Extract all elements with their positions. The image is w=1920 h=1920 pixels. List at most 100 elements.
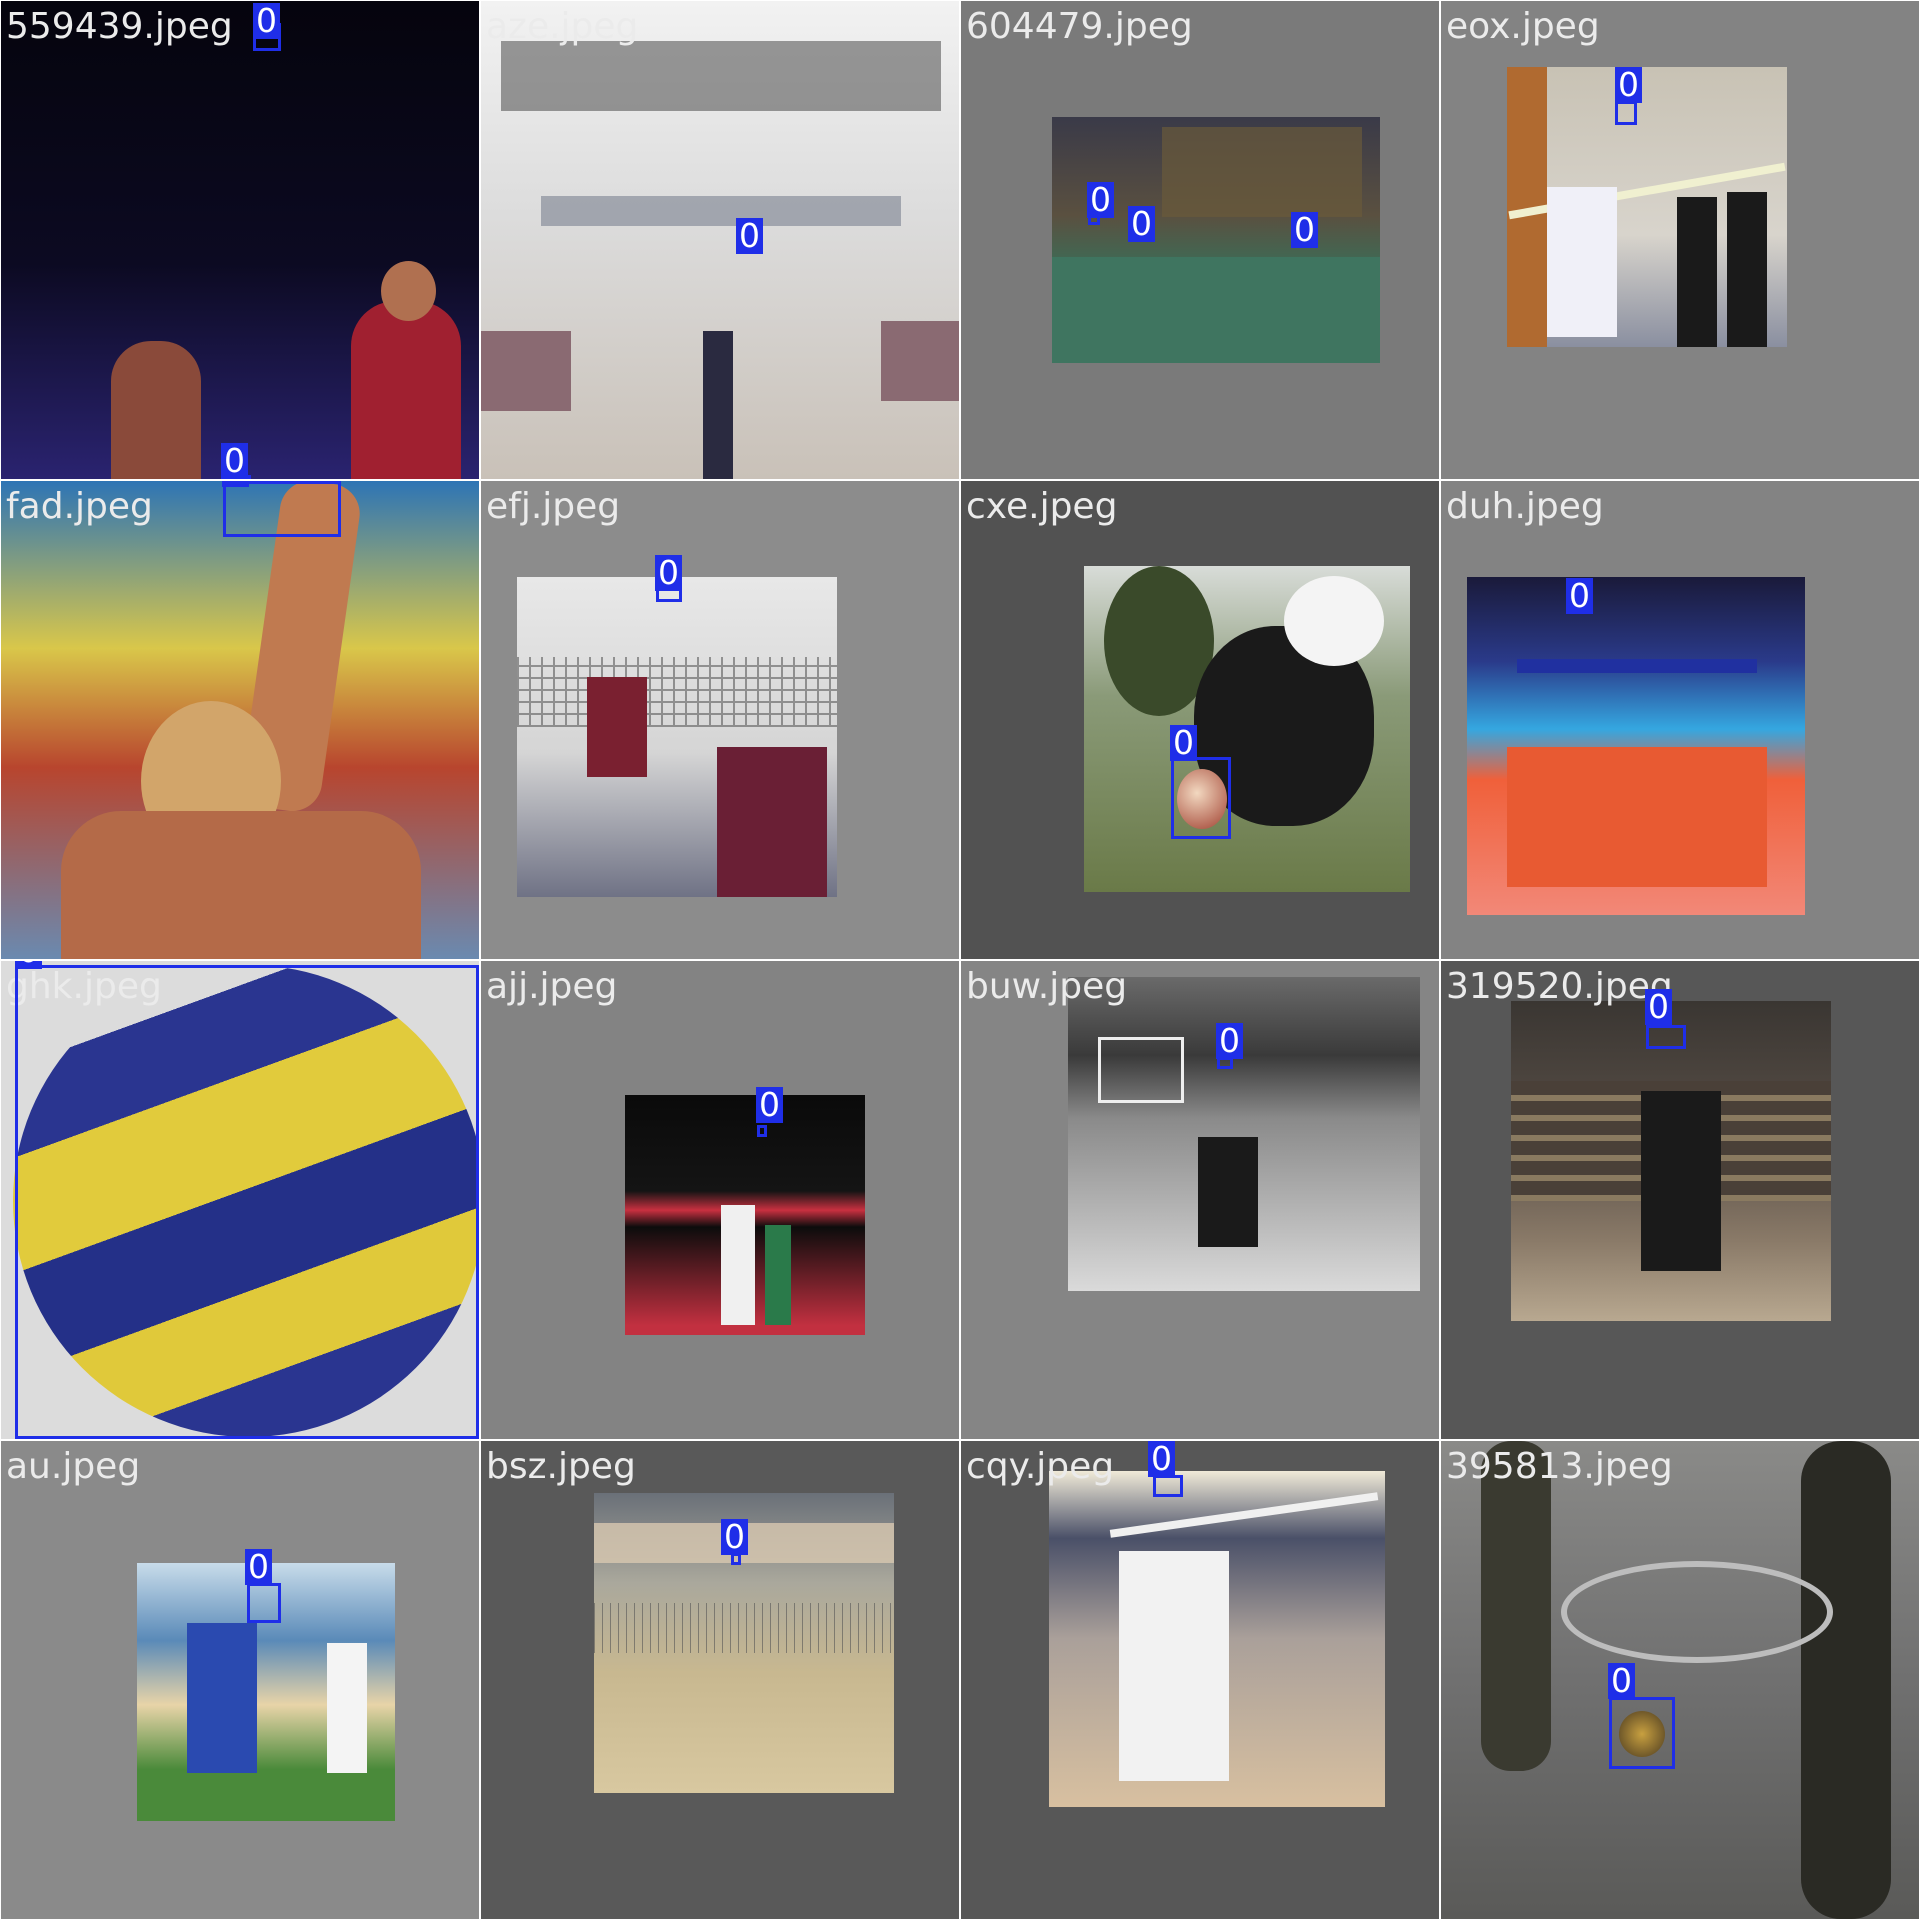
court-surface xyxy=(1052,257,1380,363)
detection-box[interactable] xyxy=(1646,1025,1686,1049)
tile-ghk[interactable]: ghk.jpeg 0 xyxy=(1,961,479,1439)
net xyxy=(1109,1492,1379,1538)
player-2 xyxy=(717,747,827,897)
photo-604479 xyxy=(1052,117,1380,363)
class-label: 0 xyxy=(1148,1441,1175,1477)
window-band xyxy=(501,41,941,111)
tile-cqy[interactable]: cqy.jpeg 0 xyxy=(961,1441,1439,1919)
tile-aze[interactable]: aze.jpeg 0 xyxy=(481,1,959,479)
net-post xyxy=(703,331,733,479)
class-label: 0 xyxy=(1216,1023,1243,1059)
tile-fad[interactable]: fad.jpeg 0 xyxy=(1,481,479,959)
hitter xyxy=(1547,187,1617,337)
class-label: 0 xyxy=(222,481,249,487)
player-1 xyxy=(587,677,647,777)
detection-box[interactable] xyxy=(1153,1475,1183,1497)
net xyxy=(517,657,837,727)
file-name: eox.jpeg xyxy=(1446,6,1600,47)
class-label: 0 xyxy=(1291,212,1318,248)
detection-box[interactable] xyxy=(15,965,479,1439)
leg-left xyxy=(1481,1441,1551,1771)
photo-559439 xyxy=(1,1,479,479)
player-right xyxy=(351,301,461,479)
tile-559439[interactable]: 559439.jpeg 0 0 xyxy=(1,1,479,479)
tile-bsz[interactable]: bsz.jpeg 0 xyxy=(481,1441,959,1919)
detection-mosaic: 559439.jpeg 0 0 aze.jpeg 0 604479.jpeg 0… xyxy=(0,0,1920,1920)
photo-ajj xyxy=(625,1095,865,1335)
detection-box[interactable] xyxy=(247,1583,281,1623)
file-name: cxe.jpeg xyxy=(966,486,1118,527)
photo-395813 xyxy=(1441,1441,1919,1919)
file-name: 395813.jpeg xyxy=(1446,1446,1673,1487)
file-name: duh.jpeg xyxy=(1446,486,1604,527)
file-name: aze.jpeg xyxy=(486,6,639,47)
photo-cqy xyxy=(1049,1471,1385,1807)
tile-ajj[interactable]: ajj.jpeg 0 xyxy=(481,961,959,1439)
file-name: au.jpeg xyxy=(6,1446,141,1487)
sideline-banners xyxy=(541,196,901,226)
detection-box[interactable] xyxy=(1171,757,1231,839)
detection-box[interactable] xyxy=(223,481,341,537)
tile-duh[interactable]: duh.jpeg 0 xyxy=(1441,481,1919,959)
photo-cxe xyxy=(1084,566,1410,892)
tile-buw[interactable]: buw.jpeg 0 xyxy=(961,961,1439,1439)
photo-319520 xyxy=(1511,1001,1831,1321)
class-label: 0 xyxy=(736,218,763,254)
class-label: 0 xyxy=(721,1519,748,1555)
class-label: 0 xyxy=(245,1549,272,1585)
photo-buw xyxy=(1068,977,1420,1291)
photo-fad xyxy=(1,481,479,959)
photo-efj xyxy=(517,577,837,897)
blocker-1 xyxy=(1677,197,1717,347)
court-key-right xyxy=(881,321,959,401)
net-banner xyxy=(1517,659,1757,673)
detection-box[interactable] xyxy=(1609,1697,1675,1769)
torso xyxy=(61,811,421,959)
man-white xyxy=(327,1643,367,1773)
tile-efj[interactable]: efj.jpeg 0 xyxy=(481,481,959,959)
file-name: bsz.jpeg xyxy=(486,1446,636,1487)
player xyxy=(1198,1137,1258,1247)
file-name: 559439.jpeg xyxy=(6,6,233,47)
tile-395813[interactable]: 395813.jpeg 0 xyxy=(1441,1441,1919,1919)
tile-604479[interactable]: 604479.jpeg 0 0 0 xyxy=(961,1,1439,479)
class-label: 0 xyxy=(1170,725,1197,761)
detection-box[interactable] xyxy=(1615,101,1637,125)
class-label: 0 xyxy=(1087,182,1114,218)
photo-eox xyxy=(1507,67,1787,347)
file-name: 604479.jpeg xyxy=(966,6,1193,47)
detection-box[interactable] xyxy=(757,1125,767,1137)
court-line xyxy=(1561,1561,1833,1663)
tile-cxe[interactable]: cxe.jpeg 0 xyxy=(961,481,1439,959)
class-label: 0 xyxy=(1566,578,1593,614)
net xyxy=(594,1603,894,1653)
class-label: 0 xyxy=(253,3,280,39)
building-lights xyxy=(1162,127,1362,217)
class-label: 0 xyxy=(1645,989,1672,1025)
file-name: fad.jpeg xyxy=(6,486,153,527)
class-label: 0 xyxy=(221,443,248,479)
tile-319520[interactable]: 319520.jpeg 0 xyxy=(1441,961,1919,1439)
class-label: 0 xyxy=(1128,206,1155,242)
file-name: cqy.jpeg xyxy=(966,1446,1115,1487)
backboard xyxy=(1098,1037,1184,1103)
player xyxy=(1641,1091,1721,1271)
blocker-2 xyxy=(1727,192,1767,347)
player-white xyxy=(1119,1551,1229,1781)
player-left xyxy=(111,341,201,479)
photo-duh xyxy=(1467,577,1805,915)
file-name: ajj.jpeg xyxy=(486,966,618,1007)
class-label: 0 xyxy=(655,555,682,591)
player-white xyxy=(721,1205,755,1325)
class-label: 0 xyxy=(1615,67,1642,103)
file-name: 319520.jpeg xyxy=(1446,966,1673,1007)
man-blue xyxy=(187,1623,257,1773)
leg-right xyxy=(1801,1441,1891,1919)
dog-tail xyxy=(1284,576,1384,666)
tile-eox[interactable]: eox.jpeg 0 xyxy=(1441,1,1919,479)
class-label: 0 xyxy=(756,1087,783,1123)
court-orange xyxy=(1507,747,1767,887)
tile-au[interactable]: au.jpeg 0 xyxy=(1,1441,479,1919)
file-name: buw.jpeg xyxy=(966,966,1128,1007)
player-green xyxy=(765,1225,791,1325)
